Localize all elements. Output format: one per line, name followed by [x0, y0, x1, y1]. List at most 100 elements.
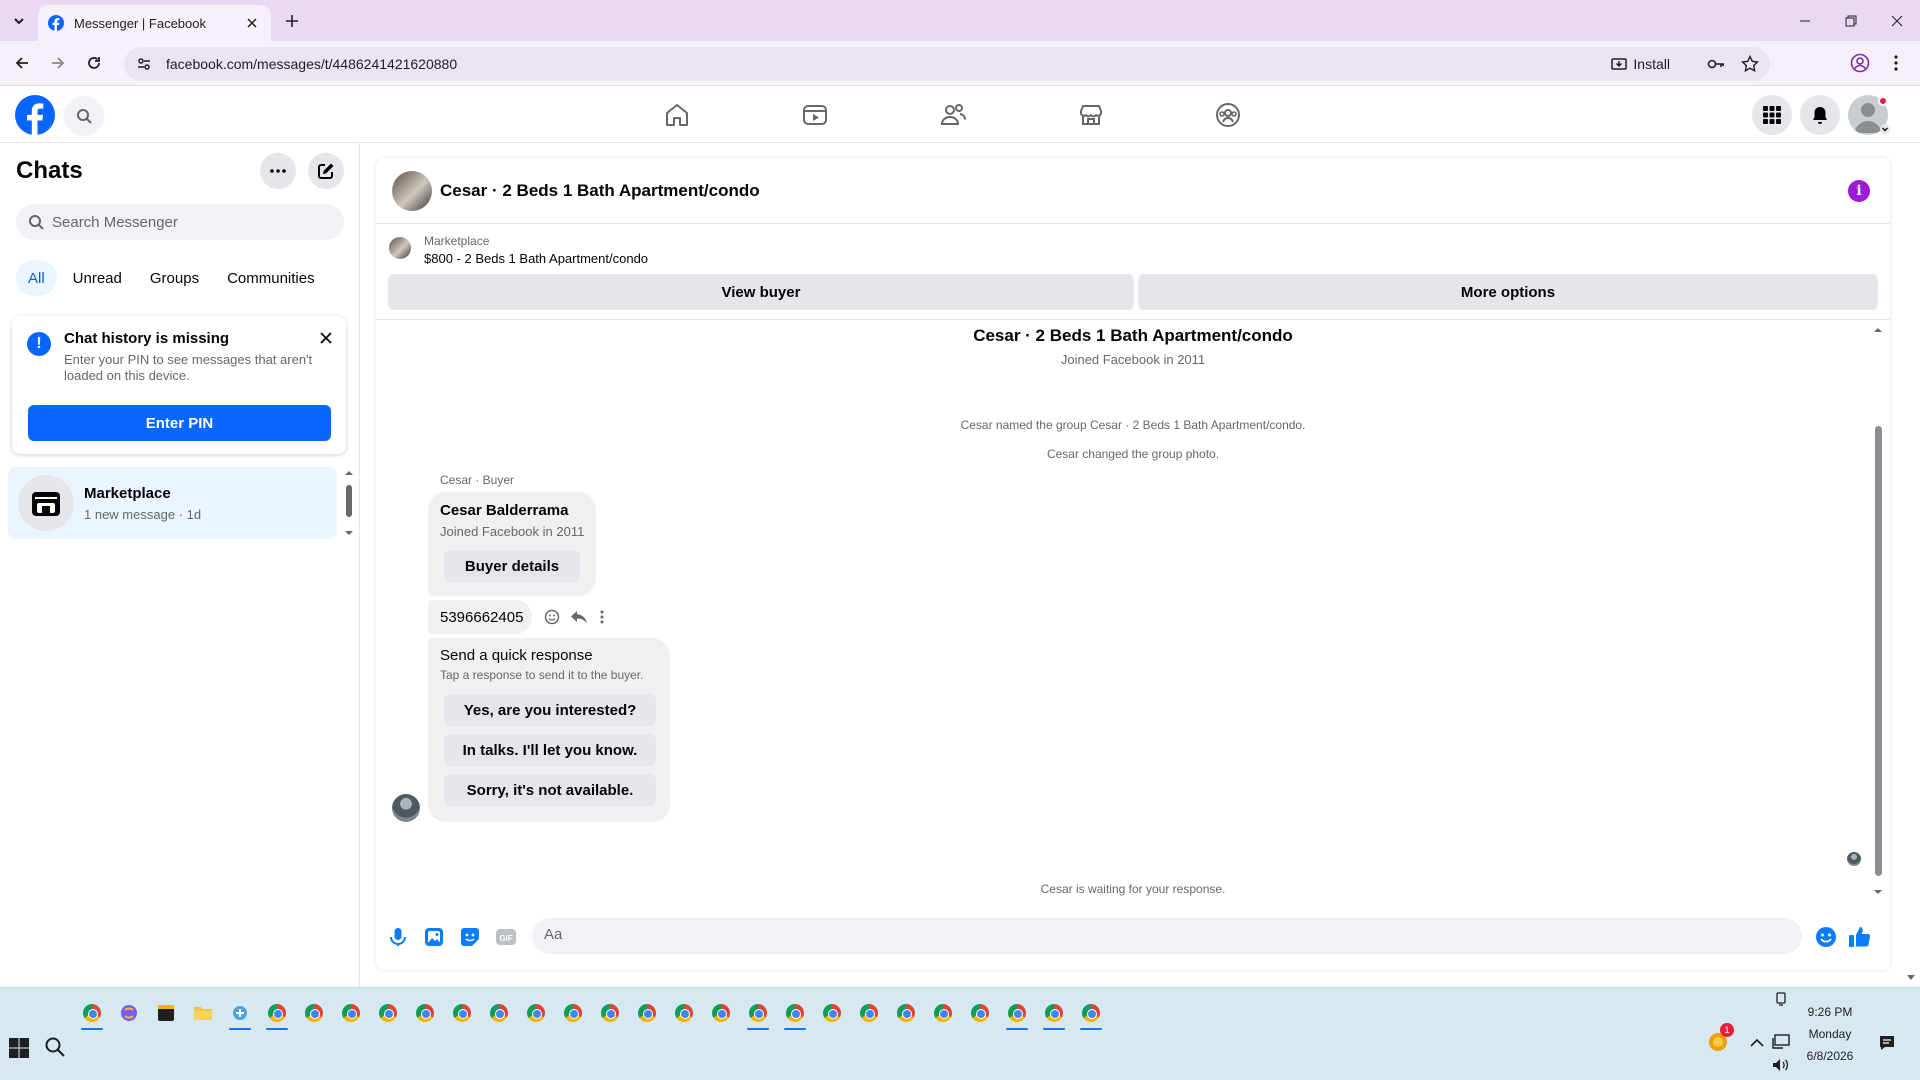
taskbar-chrome[interactable]	[889, 996, 923, 1030]
taskbar-chrome[interactable]	[334, 996, 368, 1030]
message-input-field[interactable]	[532, 918, 1802, 954]
chevron-down-icon[interactable]	[1880, 124, 1890, 134]
taskbar-terminal[interactable]	[149, 996, 183, 1030]
filter-tab-unread[interactable]: Unread	[61, 260, 134, 296]
taskbar-chrome[interactable]	[482, 996, 516, 1030]
taskbar-search-icon[interactable]	[44, 1036, 66, 1058]
taskbar-chrome[interactable]	[408, 996, 442, 1030]
search-messenger-field[interactable]	[16, 204, 344, 240]
taskbar-chrome[interactable]	[75, 996, 109, 1030]
taskbar-chrome[interactable]	[778, 996, 812, 1030]
sticker-icon[interactable]	[458, 925, 482, 949]
minimize-button[interactable]	[1782, 0, 1828, 41]
taskbar-chrome[interactable]	[630, 996, 664, 1030]
bookmark-star-icon[interactable]	[1738, 52, 1762, 76]
taskbar-chrome[interactable]	[1037, 996, 1071, 1030]
address-bar[interactable]: facebook.com/messages/t/4486241421620880…	[124, 47, 1770, 81]
gif-icon[interactable]: GIF	[494, 925, 518, 949]
facebook-search-button[interactable]	[64, 96, 104, 136]
taskbar-chrome[interactable]	[260, 996, 294, 1030]
facebook-logo-icon[interactable]	[15, 95, 55, 135]
filter-tab-all[interactable]: All	[16, 260, 57, 296]
view-buyer-button[interactable]: View buyer	[388, 274, 1134, 310]
search-messenger-input[interactable]	[52, 213, 322, 231]
close-window-button[interactable]	[1874, 0, 1920, 41]
profile-button[interactable]	[1846, 49, 1874, 77]
tab-search-button[interactable]	[6, 9, 32, 33]
notifications-button[interactable]	[1800, 95, 1840, 135]
sender-avatar[interactable]	[392, 794, 420, 822]
url-text[interactable]: facebook.com/messages/t/4486241421620880	[166, 56, 457, 72]
taskbar-chrome[interactable]	[852, 996, 886, 1030]
chats-options-button[interactable]	[260, 153, 296, 189]
password-key-icon[interactable]	[1704, 52, 1728, 76]
thumbs-up-icon[interactable]	[1848, 925, 1872, 949]
filter-tab-communities[interactable]: Communities	[215, 260, 327, 296]
page-scroll-down-icon[interactable]	[1906, 974, 1916, 982]
taskbar-copilot[interactable]	[112, 996, 146, 1030]
taskbar-chrome[interactable]	[926, 996, 960, 1030]
chat-list-item[interactable]: Marketplace 1 new message · 1d	[8, 467, 337, 539]
menu-button[interactable]	[1752, 95, 1792, 135]
taskbar-chrome[interactable]	[445, 996, 479, 1030]
site-settings-icon[interactable]	[136, 56, 152, 72]
chevron-up-icon[interactable]	[1750, 1038, 1764, 1048]
taskbar-chrome[interactable]	[519, 996, 553, 1030]
message-bubble[interactable]: 5396662405	[428, 600, 532, 634]
clock-date[interactable]: 6/8/2026	[1780, 1049, 1880, 1063]
new-tab-button[interactable]	[280, 9, 304, 33]
new-message-button[interactable]	[308, 153, 344, 189]
nav-video-tab[interactable]	[760, 92, 870, 138]
tray-device-icon[interactable]	[1774, 992, 1788, 1006]
taskbar-chrome[interactable]	[667, 996, 701, 1030]
nav-groups-tab[interactable]	[1173, 92, 1283, 138]
taskbar-chrome[interactable]	[1074, 996, 1108, 1030]
taskbar-chrome[interactable]	[297, 996, 331, 1030]
message-input[interactable]	[544, 926, 1744, 943]
clock-day[interactable]: Monday	[1780, 1027, 1880, 1041]
taskbar-chrome[interactable]	[556, 996, 590, 1030]
thread-scrollbar-thumb[interactable]	[1875, 426, 1882, 876]
close-tab-icon[interactable]	[243, 14, 261, 32]
close-icon[interactable]	[316, 328, 336, 348]
react-smiley-icon[interactable]	[544, 609, 560, 625]
conversation-title[interactable]: Cesar · 2 Beds 1 Bath Apartment/condo	[440, 181, 760, 201]
buyer-details-button[interactable]: Buyer details	[444, 550, 580, 582]
nav-marketplace-tab[interactable]	[1036, 92, 1146, 138]
group-photo-avatar[interactable]	[392, 171, 432, 211]
enter-pin-button[interactable]: Enter PIN	[28, 405, 331, 441]
nav-home-tab[interactable]	[622, 92, 732, 138]
taskbar-chrome[interactable]	[704, 996, 738, 1030]
forward-button[interactable]	[44, 49, 72, 77]
taskbar-chrome[interactable]	[815, 996, 849, 1030]
taskbar-file-explorer[interactable]	[186, 996, 220, 1030]
chat-list-scrollbar[interactable]	[343, 469, 355, 537]
more-options-button[interactable]: More options	[1138, 274, 1878, 310]
taskbar-snipping-tool[interactable]	[223, 996, 257, 1030]
filter-tab-groups[interactable]: Groups	[138, 260, 211, 296]
microphone-icon[interactable]	[386, 925, 410, 949]
taskbar-chrome[interactable]	[1000, 996, 1034, 1030]
taskbar-chrome[interactable]	[593, 996, 627, 1030]
photo-icon[interactable]	[422, 925, 446, 949]
taskbar-chrome[interactable]	[741, 996, 775, 1030]
more-vertical-icon[interactable]	[600, 609, 604, 625]
reload-button[interactable]	[80, 49, 108, 77]
emoji-icon[interactable]	[1814, 925, 1838, 949]
nav-friends-tab[interactable]	[898, 92, 1008, 138]
clock-time[interactable]: 9:26 PM	[1780, 1005, 1880, 1019]
install-app-button[interactable]: Install	[1603, 51, 1678, 77]
browser-menu-button[interactable]	[1882, 49, 1910, 77]
listing-price-title[interactable]: $800 - 2 Beds 1 Bath Apartment/condo	[424, 251, 648, 266]
quick-response-option[interactable]: In talks. I'll let you know.	[444, 734, 656, 766]
quick-response-option[interactable]: Yes, are you interested?	[444, 694, 656, 726]
taskbar-chrome[interactable]	[963, 996, 997, 1030]
restore-button[interactable]	[1828, 0, 1874, 41]
taskbar-chrome[interactable]	[371, 996, 405, 1030]
notification-center-icon[interactable]	[1878, 1034, 1896, 1052]
info-icon[interactable]: i	[1848, 180, 1870, 202]
windows-start-icon[interactable]	[8, 1037, 30, 1059]
browser-tab-messenger[interactable]: Messenger | Facebook	[38, 5, 271, 41]
reply-icon[interactable]	[570, 609, 588, 625]
back-button[interactable]	[8, 49, 36, 77]
